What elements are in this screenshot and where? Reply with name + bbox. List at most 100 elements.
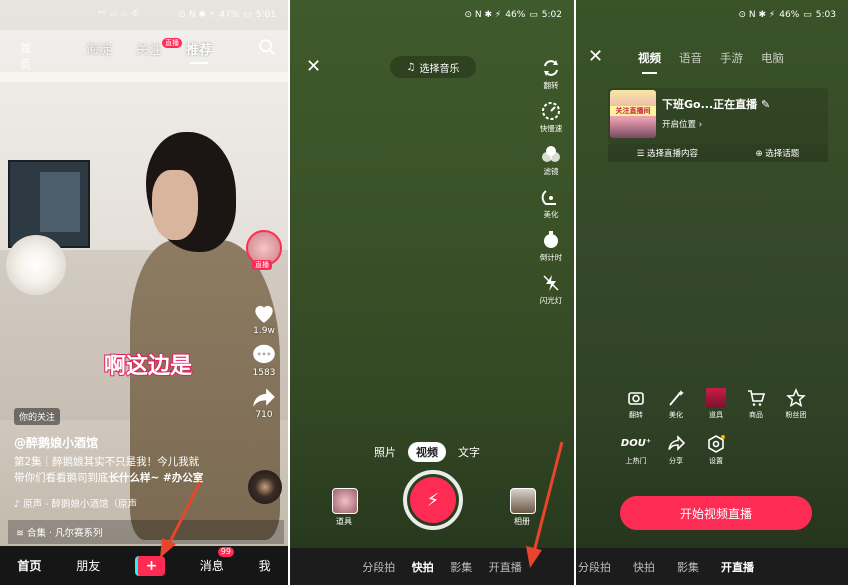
comment-button[interactable]: 1583 [250,342,278,378]
select-topic-button[interactable]: ⊕ 选择话题 [755,147,799,159]
grid-label: 粉丝团 [785,411,807,419]
mode-text[interactable]: 文字 [458,444,480,460]
grid-flip[interactable]: 翻转 [616,388,656,420]
tool-speed[interactable]: 快慢速 [539,101,563,134]
nav-segment[interactable]: 分段拍 [578,559,611,575]
flip-camera-icon [628,392,644,405]
nav-quick[interactable]: 快拍 [412,559,434,575]
tool-filter[interactable]: 滤镜 [541,144,561,177]
music-note-icon: ♫ [406,61,416,73]
grid-share[interactable]: 分享 [656,434,696,466]
tab-following[interactable]: 关注 [136,39,162,58]
go-live-panel: ⊙ N ✱ ⚡ 46% ▭ 5:03 ✕ 视频 语音 手游 电脑 关注直播间 下… [576,0,848,585]
nav-me[interactable]: 我 [259,557,271,574]
tab-mobile-game[interactable]: 手游 [720,50,743,66]
nav-segment[interactable]: 分段拍 [362,559,395,575]
like-count: 1.9w [253,326,275,336]
grid-label: 设置 [709,457,723,465]
grid-fan-club[interactable]: 粉丝团 [776,388,816,420]
nav-messages-label: 消息 [199,559,224,573]
live-cover[interactable]: 关注直播间 [610,90,656,138]
grid-beauty[interactable]: 美化 [656,388,696,420]
desc-line-1: 第2集｜醉鹅娘其实不只是我！今儿我就 [14,456,200,468]
author-avatar[interactable]: 直播 [246,230,282,270]
grid-props[interactable]: 道具 [696,388,736,420]
grid-label: 商品 [749,411,763,419]
status-time: 5:01 [255,10,276,20]
live-badge: 直播 [162,38,182,48]
nav-home[interactable]: 首页 [17,557,41,574]
tab-voice[interactable]: 语音 [679,50,702,66]
shop-icon [748,390,766,406]
ceiling-light [0,72,288,82]
search-icon[interactable] [258,38,276,56]
collection-bar[interactable]: ≋ 合集 · 凡尔赛系列 [8,520,284,544]
side-actions: 直播 1.9w 1583 710 [246,230,282,420]
video-caption: 啊这边是 [103,353,193,380]
record-button[interactable]: ⚡ [403,470,463,530]
close-icon[interactable]: ✕ [588,46,603,67]
music-disc-icon[interactable] [248,470,282,504]
nav-album[interactable]: 影集 [677,559,699,575]
timer-icon [544,231,558,248]
props-icon [706,388,726,408]
like-button[interactable]: 1.9w [250,300,278,336]
follow-tag: 你的关注 [14,408,61,425]
tool-flash[interactable]: 闪光灯 [540,273,562,306]
nav-live[interactable]: 开直播 [721,559,754,575]
props-thumbnail[interactable] [332,488,358,514]
tab-haidian[interactable]: 海淀 [86,39,112,58]
props-label: 道具 [336,517,352,526]
live-options-bar: ☰ 选择直播内容 ⊕ 选择话题 [608,144,828,162]
live-type-tabs: 视频 语音 手游 电脑 [638,50,784,74]
status-bar: ⊙ N ✱ ⚡ 46% ▭ 5:03 [576,0,848,30]
author-name[interactable]: @醉鹅娘小酒馆 [14,434,98,451]
bottom-nav: 首页 朋友 + 消息 99 我 [0,546,288,585]
grid-label: 上热门 [625,457,647,465]
grid-settings[interactable]: 设置 [696,434,736,466]
music-credit[interactable]: ♪ 原声 - 醉鹅娘小酒馆（原声 [14,496,137,510]
tool-label: 快慢速 [539,124,563,133]
mode-video[interactable]: 视频 [408,442,446,462]
fan-club-icon [786,388,806,408]
battery-icon: ▭ [529,10,538,20]
nav-friends[interactable]: 朋友 [76,557,100,574]
select-music-button[interactable]: ♫ 选择音乐 [390,56,476,78]
mode-photo[interactable]: 照片 [374,444,396,460]
tool-timer[interactable]: 倒计时 [540,230,562,263]
douo-icon: DOU⁺ [620,438,652,449]
grid-label: 分享 [669,457,683,465]
share-count: 710 [255,410,273,420]
flowers [6,235,66,295]
status-time: 5:03 [815,10,836,20]
close-icon[interactable]: ✕ [306,56,321,77]
tool-label: 滤镜 [543,167,559,176]
live-title[interactable]: 下班Go...正在直播 ✎ [662,96,770,112]
flip-icon [544,60,558,76]
status-icons: ⊙ N ✱ ⚡ [464,10,502,20]
nav-quick[interactable]: 快拍 [633,559,655,575]
tool-flip[interactable]: 翻转 [541,58,561,91]
tab-recommend[interactable]: 推荐 [186,39,212,64]
tool-beauty[interactable]: 美化 [541,187,561,220]
share-button[interactable]: 710 [250,384,278,420]
tab-pc[interactable]: 电脑 [761,50,784,66]
tab-video[interactable]: 视频 [638,50,661,74]
beauty-icon [541,190,556,205]
menu-icon[interactable]: 首页 [20,40,38,71]
share-icon [668,435,686,451]
location-toggle[interactable]: 开启位置 › [662,118,702,130]
start-live-button[interactable]: 开始视频直播 [620,496,812,530]
grid-douo[interactable]: DOU⁺ 上热门 [616,434,656,466]
desc-line-2a: 带你们看看鹅司到底 [14,472,109,484]
grid-shop[interactable]: 商品 [736,388,776,420]
camera-panel: ⊙ N ✱ ⚡ 46% ▭ 5:02 ✕ ♫ 选择音乐 翻转 快慢速 滤镜 美化… [290,0,574,585]
avatar-live-badge: 直播 [252,260,272,270]
flash-icon [543,275,559,291]
nav-album[interactable]: 影集 [450,559,472,575]
status-bar: ⁴ᴳ ᵢₗₗ ᵢₗₗ ✆ ⊙ N ✱ ⚡ 47% ▭ 5:01 [0,0,288,30]
comment-count: 1583 [252,368,276,378]
live-tools-grid: 翻转 美化 道具 商品 粉丝团 DOU⁺ 上热门 分享 设置 [616,388,816,466]
status-bar: ⊙ N ✱ ⚡ 46% ▭ 5:02 [290,0,574,30]
select-content-button[interactable]: ☰ 选择直播内容 [637,147,698,159]
